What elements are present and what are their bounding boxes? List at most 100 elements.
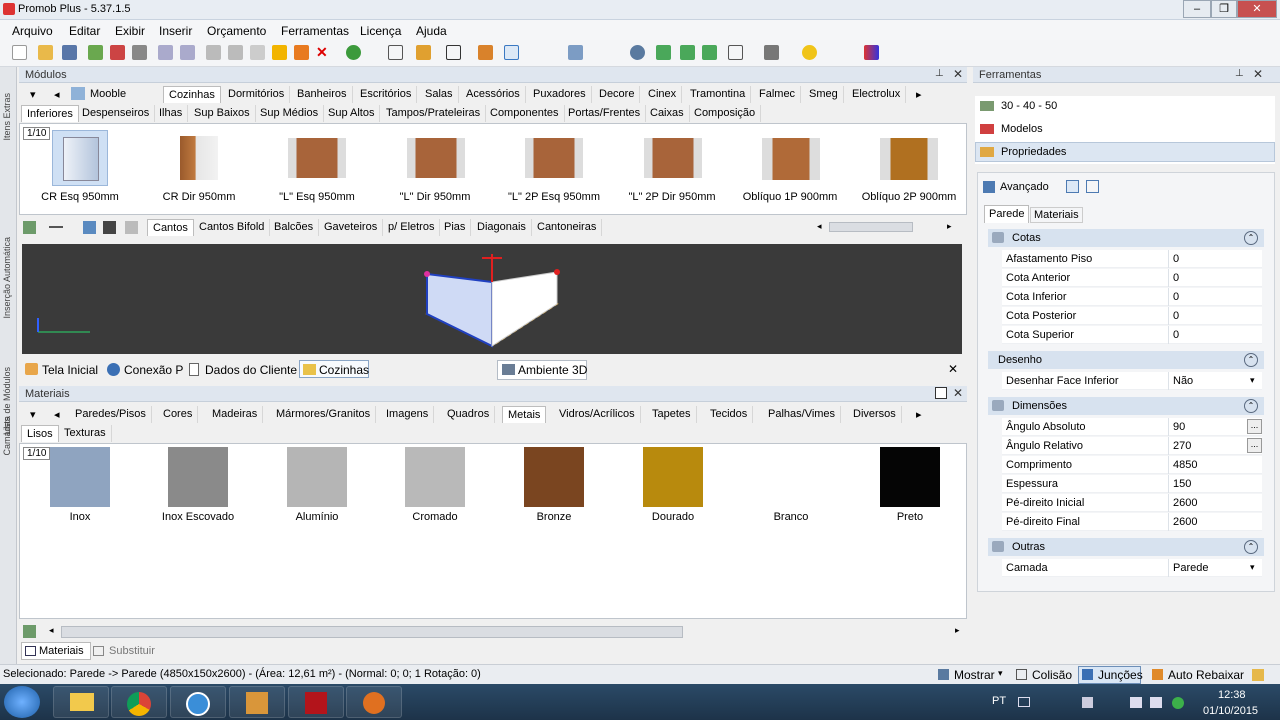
scroll-right-icon[interactable]: ▸: [947, 221, 952, 232]
scroll-left-icon[interactable]: ◂: [49, 406, 65, 423]
categorized-view-icon[interactable]: [1066, 180, 1079, 193]
tab-falmec[interactable]: Falmec: [754, 86, 802, 103]
chrome-app[interactable]: [111, 686, 167, 718]
tab-sup-baixos[interactable]: Sup Baixos: [189, 105, 256, 122]
new-icon[interactable]: [12, 45, 27, 60]
material-swatch[interactable]: [168, 447, 228, 507]
tab-imagens[interactable]: Imagens: [381, 406, 435, 423]
property-row[interactable]: Ângulo Absoluto 90...: [1002, 418, 1262, 436]
explorer-app[interactable]: [53, 686, 109, 718]
copy-icon[interactable]: [228, 45, 243, 60]
dock-tab-insercao-automatica[interactable]: Inserção Automática: [2, 237, 12, 319]
doc-tab-cozinhas[interactable]: Cozinhas: [319, 363, 369, 377]
close-pane-icon[interactable]: ✕: [953, 386, 963, 400]
dropdown-icon[interactable]: ▾: [998, 668, 1003, 679]
scroll-left-icon[interactable]: ◂: [817, 221, 822, 232]
pin-icon[interactable]: ⊥: [935, 68, 944, 79]
close-button[interactable]: ✕: [1237, 0, 1277, 18]
menu-orcamento[interactable]: Orçamento: [207, 24, 266, 38]
tab-caixas[interactable]: Caixas: [645, 105, 690, 122]
module-item[interactable]: "L" Esq 950mm: [257, 191, 377, 203]
tab-p-eletros[interactable]: p/ Eletros: [383, 219, 441, 236]
property-value[interactable]: 270: [1173, 440, 1191, 452]
status-btn-juncoes[interactable]: Junções: [1098, 668, 1143, 682]
horizontal-scrollbar[interactable]: [61, 626, 683, 638]
property-value[interactable]: 4850: [1173, 459, 1197, 471]
select-arrow-icon[interactable]: [504, 45, 519, 60]
tab-componentes[interactable]: Componentes: [485, 105, 565, 122]
property-group[interactable]: Outras ⌃: [988, 538, 1264, 556]
tab-paredes-pisos[interactable]: Paredes/Pisos: [70, 406, 152, 423]
pin-icon[interactable]: ⊥: [1235, 68, 1244, 79]
status-btn-auto-rebaixar[interactable]: Auto Rebaixar: [1168, 668, 1244, 682]
tab-tampos[interactable]: Tampos/Prateleiras: [381, 105, 487, 122]
flag-icon[interactable]: [1082, 697, 1093, 708]
paste-icon[interactable]: [250, 45, 265, 60]
shield-icon[interactable]: [568, 45, 583, 60]
keyboard-icon[interactable]: [1018, 697, 1030, 707]
wand-icon[interactable]: [272, 45, 287, 60]
back-view-icon[interactable]: [656, 45, 671, 60]
material-swatch[interactable]: [287, 447, 347, 507]
tab-quadros[interactable]: Quadros: [442, 406, 496, 423]
property-group[interactable]: Dimensões ⌃: [988, 397, 1264, 415]
doc-tab-conexao[interactable]: Conexão P: [124, 363, 183, 377]
resize-grip-icon[interactable]: [1252, 669, 1264, 681]
property-row[interactable]: Camada Parede ▾: [1002, 559, 1262, 577]
scroll-left-icon[interactable]: ◂: [49, 86, 65, 103]
prop-tab-parede[interactable]: Parede: [984, 205, 1030, 223]
tab-cantos[interactable]: Cantos: [147, 219, 194, 236]
group-icon[interactable]: [416, 45, 431, 60]
brush-icon[interactable]: [294, 45, 309, 60]
status-btn-mostrar[interactable]: Mostrar: [954, 668, 995, 682]
menu-editar[interactable]: Editar: [69, 24, 100, 38]
tab-tramontina[interactable]: Tramontina: [685, 86, 752, 103]
menu-ajuda[interactable]: Ajuda: [416, 24, 447, 38]
property-row[interactable]: Cota Inferior 0: [1002, 288, 1262, 306]
dock-tab-itens-extras[interactable]: Itens Extras: [2, 93, 12, 141]
bottom-tab-materiais[interactable]: Materiais: [39, 645, 84, 657]
delete-icon[interactable]: ✕: [316, 45, 331, 60]
module-item[interactable]: CR Dir 950mm: [139, 191, 259, 203]
tab-pias[interactable]: Pias: [439, 219, 472, 236]
status-btn-colisao[interactable]: Colisão: [1032, 668, 1072, 682]
module-thumb[interactable]: [525, 138, 583, 178]
property-value[interactable]: Parede: [1173, 562, 1208, 574]
print-icon[interactable]: [132, 45, 147, 60]
redo-icon[interactable]: [180, 45, 195, 60]
tab-balcoes[interactable]: Balcões: [269, 219, 320, 236]
tab-decore[interactable]: Decore: [594, 86, 641, 103]
prop-tab-materiais[interactable]: Materiais: [1030, 207, 1083, 223]
scroll-right-icon[interactable]: ▸: [911, 406, 927, 423]
ellipsis-button[interactable]: ...: [1247, 419, 1262, 434]
budget-icon[interactable]: [110, 45, 125, 60]
start-button[interactable]: [4, 686, 40, 718]
pin-icon[interactable]: [935, 387, 947, 399]
tab-composicao[interactable]: Composição: [689, 105, 762, 122]
module-thumb[interactable]: [644, 138, 702, 178]
close-pane-icon[interactable]: ✕: [953, 67, 963, 81]
palette-icon[interactable]: [864, 45, 879, 60]
tab-madeiras[interactable]: Madeiras: [207, 406, 264, 423]
property-row[interactable]: Espessura 150: [1002, 475, 1262, 493]
cube-icon[interactable]: [764, 45, 779, 60]
cut-icon[interactable]: [206, 45, 221, 60]
material-swatch[interactable]: [880, 447, 940, 507]
menu-ferramentas[interactable]: Ferramentas: [281, 24, 349, 38]
tab-acessorios[interactable]: Acessórios: [461, 86, 526, 103]
tab-cantoneiras[interactable]: Cantoneiras: [532, 219, 603, 236]
material-swatch[interactable]: [524, 447, 584, 507]
paint-app[interactable]: [229, 686, 285, 718]
property-group[interactable]: Desenho ⌃: [988, 351, 1264, 369]
tab-despenseiros[interactable]: Despenseiros: [77, 105, 156, 122]
module-thumb[interactable]: [407, 138, 465, 178]
tab-palhas[interactable]: Palhas/Vimes: [763, 406, 842, 423]
tab-lisos[interactable]: Lisos: [21, 425, 59, 442]
module-thumb[interactable]: [880, 138, 938, 180]
collapse-icon[interactable]: ⌃: [1244, 231, 1258, 245]
tab-cantos-bifold[interactable]: Cantos Bifold: [194, 219, 271, 236]
property-value[interactable]: 2600: [1173, 497, 1197, 509]
doc-tab-dados-cliente[interactable]: Dados do Cliente: [205, 363, 297, 377]
tab-texturas[interactable]: Texturas: [59, 425, 112, 442]
dropdown-icon[interactable]: ▾: [1250, 562, 1255, 573]
